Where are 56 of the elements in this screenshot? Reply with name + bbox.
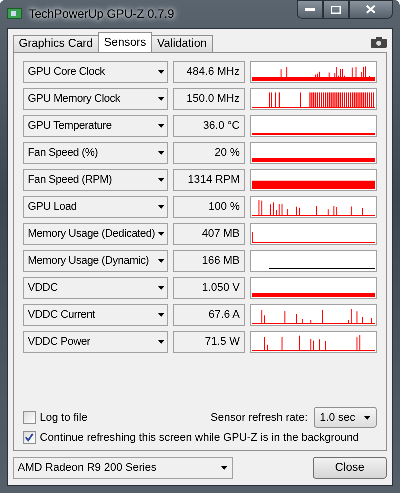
close-window-button[interactable] <box>349 0 393 19</box>
dropdown-arrow-icon <box>158 205 165 209</box>
refresh-rate-dropdown[interactable]: 1.0 sec <box>314 407 377 428</box>
sensor-value: 150.0 MHz <box>173 88 245 110</box>
dropdown-arrow-icon <box>158 259 165 263</box>
sensor-dropdown[interactable]: GPU Core Clock <box>23 61 168 83</box>
sensor-value: 1314 RPM <box>173 169 245 191</box>
sensor-value: 1.050 V <box>173 277 245 299</box>
maximize-icon <box>331 6 341 14</box>
sensor-dropdown[interactable]: Fan Speed (RPM) <box>23 169 168 191</box>
sensor-value: 166 MB <box>173 250 245 272</box>
gpu-dropdown[interactable]: AMD Radeon R9 200 Series <box>13 457 233 479</box>
dropdown-arrow-icon <box>158 124 165 128</box>
app-icon <box>7 7 23 21</box>
minimize-button[interactable] <box>297 0 323 19</box>
checkbox[interactable] <box>23 431 36 444</box>
dropdown-arrow-icon <box>158 178 165 182</box>
sensor-dropdown[interactable]: GPU Memory Clock <box>23 88 168 110</box>
close-button[interactable]: Close <box>313 457 387 479</box>
sensor-dropdown[interactable]: GPU Load <box>23 196 168 218</box>
sensor-dropdown[interactable]: GPU Temperature <box>23 115 168 137</box>
window-title: TechPowerUp GPU-Z 0.7.9 <box>29 7 176 21</box>
dropdown-arrow-icon <box>158 286 165 290</box>
maximize-button[interactable] <box>323 0 349 19</box>
dropdown-arrow-icon <box>158 313 165 317</box>
sensor-dropdown[interactable]: Memory Usage (Dedicated) <box>23 223 168 245</box>
minimize-icon <box>305 8 315 12</box>
dropdown-arrow-icon <box>158 97 165 101</box>
camera-icon[interactable] <box>371 37 387 48</box>
sensor-value: 100 % <box>173 196 245 218</box>
dropdown-arrow-icon <box>158 70 165 74</box>
sensor-value: 36.0 °C <box>173 115 245 137</box>
sensor-dropdown[interactable]: Fan Speed (%) <box>23 142 168 164</box>
dropdown-arrow-icon <box>158 151 165 155</box>
dropdown-arrow-icon <box>158 340 165 344</box>
sensor-value: 484.6 MHz <box>173 61 245 83</box>
sensor-dropdown[interactable]: Memory Usage (Dynamic) <box>23 250 168 272</box>
sensor-value: 71.5 W <box>173 331 245 353</box>
tab[interactable]: Sensors <box>98 32 152 52</box>
sensor-value: 407 MB <box>173 223 245 245</box>
refresh-rate-label: Sensor refresh rate: <box>210 412 308 424</box>
sensor-dropdown[interactable]: VDDC <box>23 277 168 299</box>
checkbox-label: Log to file <box>40 412 88 424</box>
tab[interactable]: Validation <box>151 35 213 52</box>
sensor-dropdown[interactable]: VDDC Power <box>23 331 168 353</box>
checkmark-icon <box>25 433 34 442</box>
close-icon <box>366 5 376 14</box>
checkbox[interactable] <box>23 411 36 424</box>
dropdown-arrow-icon <box>364 416 371 420</box>
dropdown-arrow-icon <box>158 232 165 236</box>
tab[interactable]: Graphics Card <box>13 35 100 52</box>
sensor-value: 67.6 A <box>173 304 245 326</box>
checkbox-label: Continue refreshing this screen while GPU-Z is in the background <box>40 432 360 444</box>
dropdown-arrow-icon <box>221 466 228 470</box>
sensor-value: 20 % <box>173 142 245 164</box>
sensor-dropdown[interactable]: VDDC Current <box>23 304 168 326</box>
